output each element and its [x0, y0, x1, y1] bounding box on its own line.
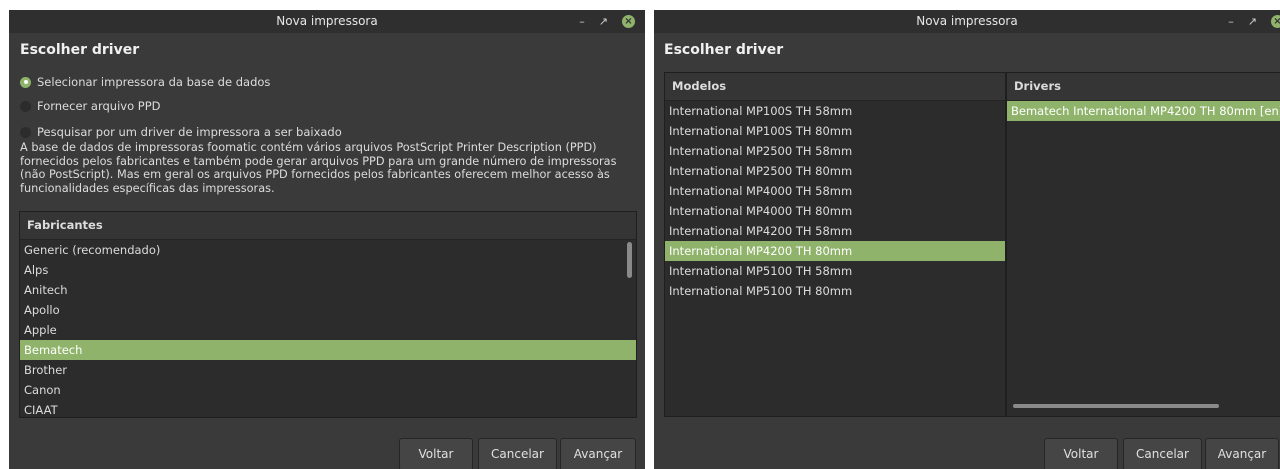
list-item[interactable]: International MP4200 TH 58mm	[665, 221, 1005, 241]
next-button[interactable]: Avançar	[1205, 438, 1279, 469]
back-button[interactable]: Voltar	[399, 438, 473, 469]
radio-button[interactable]	[20, 126, 31, 138]
list-item[interactable]: International MP5100 TH 80mm	[665, 281, 1005, 301]
maximize-icon[interactable]: ↗	[599, 10, 608, 33]
drivers-list[interactable]: Drivers Bematech International MP4200 TH…	[1006, 72, 1280, 417]
next-button[interactable]: Avançar	[560, 438, 636, 469]
list-item-selected[interactable]: Bematech	[20, 340, 636, 360]
radio-select-database[interactable]: Selecionar impressora da base de dados	[20, 72, 270, 92]
drivers-header[interactable]: Drivers	[1007, 73, 1280, 101]
cancel-button[interactable]: Cancelar	[1123, 438, 1202, 469]
list-item[interactable]: International MP2500 TH 58mm	[665, 141, 1005, 161]
close-icon[interactable]: ×	[1271, 15, 1280, 28]
list-item[interactable]: Generic (recomendado)	[20, 240, 636, 260]
horizontal-scrollbar[interactable]	[1013, 404, 1219, 408]
list-item[interactable]: International MP4000 TH 80mm	[665, 201, 1005, 221]
description-text: A base de dados de impressoras foomatic …	[20, 141, 617, 195]
list-item[interactable]: Apollo	[20, 300, 636, 320]
manufacturers-items: Generic (recomendado) Alps Anitech Apoll…	[20, 240, 636, 417]
new-printer-window-left: Nova impressora – ↗ × Escolher driver Se…	[9, 10, 645, 469]
minimize-icon[interactable]: –	[579, 10, 585, 33]
new-printer-window-right: Nova impressora – ↗ × Escolher driver Mo…	[654, 10, 1280, 469]
minimize-icon[interactable]: –	[1228, 10, 1234, 33]
list-item[interactable]: Alps	[20, 260, 636, 280]
list-item[interactable]: International MP2500 TH 80mm	[665, 161, 1005, 181]
window-title: Nova impressora	[916, 14, 1018, 28]
list-item[interactable]: International MP4000 TH 58mm	[665, 181, 1005, 201]
list-item[interactable]: Anitech	[20, 280, 636, 300]
models-list[interactable]: Modelos International MP100S TH 58mm Int…	[664, 72, 1006, 417]
manufacturers-list[interactable]: Fabricantes Generic (recomendado) Alps A…	[19, 211, 637, 418]
maximize-icon[interactable]: ↗	[1248, 10, 1257, 33]
models-header[interactable]: Modelos	[665, 73, 1005, 101]
list-item[interactable]: International MP100S TH 80mm	[665, 121, 1005, 141]
page-heading: Escolher driver	[664, 42, 784, 58]
list-item-selected[interactable]: International MP4200 TH 80mm	[665, 241, 1005, 261]
cancel-button[interactable]: Cancelar	[478, 438, 557, 469]
vertical-scrollbar[interactable]	[627, 242, 632, 278]
list-item[interactable]: International MP100S TH 58mm	[665, 101, 1005, 121]
drivers-items: Bematech International MP4200 TH 80mm [e…	[1007, 101, 1280, 121]
titlebar[interactable]: Nova impressora – ↗ ×	[654, 10, 1280, 33]
page-heading: Escolher driver	[20, 42, 140, 58]
list-item[interactable]: Brother	[20, 360, 636, 380]
manufacturers-header[interactable]: Fabricantes	[20, 212, 636, 240]
window-title: Nova impressora	[276, 14, 378, 28]
list-item-selected[interactable]: Bematech International MP4200 TH 80mm [e…	[1007, 101, 1280, 121]
radio-label: Pesquisar por um driver de impressora a …	[37, 125, 342, 139]
models-items: International MP100S TH 58mm Internation…	[665, 101, 1005, 301]
radio-label: Fornecer arquivo PPD	[37, 99, 161, 113]
radio-provide-ppd[interactable]: Fornecer arquivo PPD	[20, 96, 161, 116]
list-item[interactable]: Apple	[20, 320, 636, 340]
list-item[interactable]: Canon	[20, 380, 636, 400]
titlebar[interactable]: Nova impressora – ↗ ×	[9, 10, 645, 33]
close-icon[interactable]: ×	[622, 15, 635, 28]
back-button[interactable]: Voltar	[1044, 438, 1118, 469]
list-item[interactable]: CIAAT	[20, 400, 636, 417]
radio-button[interactable]	[20, 100, 31, 112]
radio-search-download[interactable]: Pesquisar por um driver de impressora a …	[20, 122, 342, 142]
radio-button[interactable]	[20, 76, 31, 88]
list-item[interactable]: International MP5100 TH 58mm	[665, 261, 1005, 281]
radio-label: Selecionar impressora da base de dados	[37, 75, 271, 89]
